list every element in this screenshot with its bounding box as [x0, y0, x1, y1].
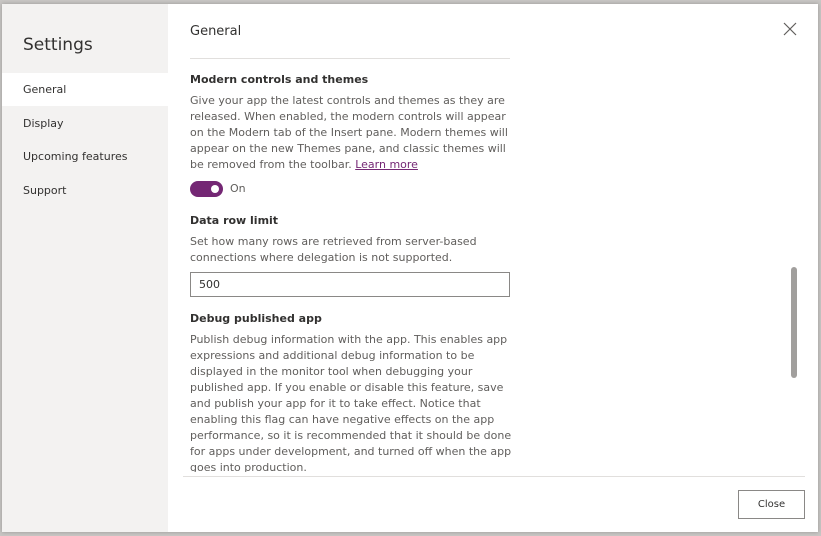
close-icon[interactable]: [782, 21, 798, 37]
debug-published-app-section: Debug published app Publish debug inform…: [190, 311, 520, 472]
data-row-limit-input[interactable]: [190, 272, 510, 297]
toggle-knob: [211, 185, 219, 193]
settings-content: Modern controls and themes Give your app…: [190, 62, 520, 472]
section-description: Publish debug information with the app. …: [190, 333, 512, 472]
data-row-limit-section: Data row limit Set how many rows are ret…: [190, 213, 520, 297]
section-description: Give your app the latest controls and th…: [190, 94, 508, 171]
section-title: Data row limit: [190, 214, 279, 227]
sidebar: Settings General Display Upcoming featur…: [2, 4, 168, 532]
page-title: General: [190, 24, 242, 39]
sidebar-item-upcoming-features[interactable]: Upcoming features: [2, 140, 168, 173]
scrollbar-thumb[interactable]: [791, 267, 797, 378]
modern-controls-section: Modern controls and themes Give your app…: [190, 72, 520, 199]
learn-more-link[interactable]: Learn more: [355, 158, 418, 171]
close-button[interactable]: Close: [738, 490, 805, 519]
sidebar-item-general[interactable]: General: [2, 73, 168, 106]
footer-divider: [183, 476, 805, 477]
modern-controls-toggle[interactable]: [190, 181, 223, 197]
settings-dialog: Settings General Display Upcoming featur…: [2, 4, 818, 532]
section-title: Debug published app: [190, 312, 322, 325]
section-description: Set how many rows are retrieved from ser…: [190, 235, 477, 264]
toggle-label: On: [230, 182, 246, 195]
header-divider: [190, 58, 510, 59]
sidebar-title: Settings: [23, 35, 93, 55]
section-title: Modern controls and themes: [190, 73, 369, 86]
sidebar-item-support[interactable]: Support: [2, 174, 168, 207]
sidebar-item-display[interactable]: Display: [2, 107, 168, 140]
